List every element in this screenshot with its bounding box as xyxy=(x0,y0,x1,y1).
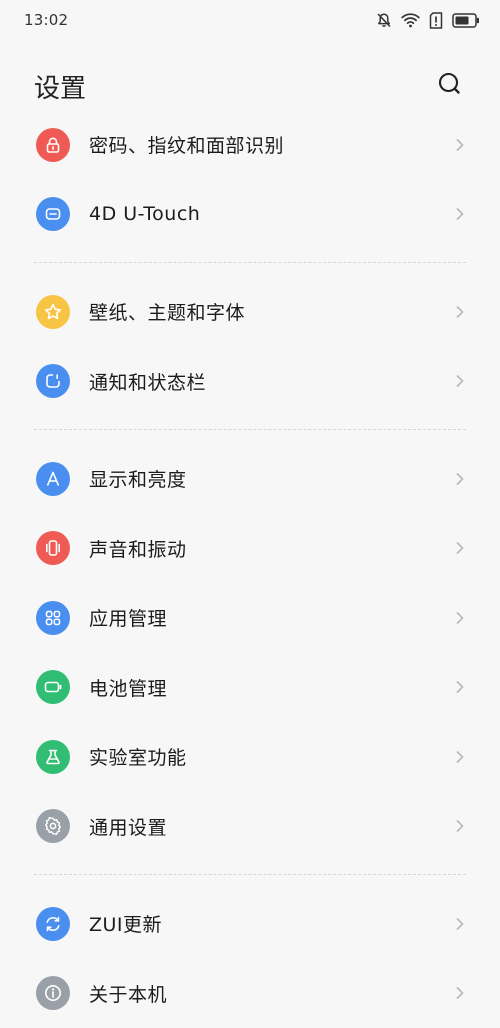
chevron-right-icon xyxy=(454,916,466,932)
settings-item-label: 通知和状态栏 xyxy=(89,368,206,395)
chevron-right-icon xyxy=(454,610,466,626)
settings-list: 密码、指纹和面部识别 4D U-Touch 壁纸、主题和字体 xyxy=(0,110,500,1028)
settings-item-password-fingerprint-face[interactable]: 密码、指纹和面部识别 xyxy=(0,110,500,180)
status-time: 13:02 xyxy=(24,11,68,29)
settings-item-general-settings[interactable]: 通用设置 xyxy=(0,792,500,862)
settings-item-about-phone[interactable]: 关于本机 xyxy=(0,959,500,1028)
settings-item-label: 应用管理 xyxy=(89,604,167,631)
sim-alert-icon xyxy=(429,12,443,29)
settings-item-wallpaper-theme-font[interactable]: 壁纸、主题和字体 xyxy=(0,277,500,347)
group-divider xyxy=(0,249,500,277)
settings-item-label: 显示和亮度 xyxy=(89,465,187,492)
status-icons xyxy=(376,10,480,30)
settings-item-zui-update[interactable]: ZUI更新 xyxy=(0,889,500,959)
chevron-right-icon xyxy=(454,471,466,487)
settings-item-label: 电池管理 xyxy=(89,674,167,701)
settings-item-label: ZUI更新 xyxy=(89,910,162,937)
settings-item-notifications-statusbar[interactable]: 通知和状态栏 xyxy=(0,347,500,417)
display-icon xyxy=(36,462,70,496)
chevron-right-icon xyxy=(454,137,466,153)
settings-item-label: 4D U-Touch xyxy=(89,203,200,225)
utouch-icon xyxy=(36,197,70,231)
settings-item-label: 关于本机 xyxy=(89,980,167,1007)
settings-item-label: 声音和振动 xyxy=(89,535,187,562)
chevron-right-icon xyxy=(454,749,466,765)
chevron-right-icon xyxy=(454,206,466,222)
vibration-icon xyxy=(36,531,70,565)
search-icon[interactable] xyxy=(436,70,464,98)
page-title: 设置 xyxy=(34,68,86,105)
settings-item-battery-management[interactable]: 电池管理 xyxy=(0,653,500,723)
gear-icon xyxy=(36,809,70,843)
battery-icon xyxy=(452,13,480,28)
settings-item-4d-utouch[interactable]: 4D U-Touch xyxy=(0,180,500,250)
chevron-right-icon xyxy=(454,679,466,695)
battery-manage-icon xyxy=(36,670,70,704)
chevron-right-icon xyxy=(454,818,466,834)
chevron-right-icon xyxy=(454,985,466,1001)
flask-icon xyxy=(36,740,70,774)
settings-item-label: 壁纸、主题和字体 xyxy=(89,298,245,325)
bell-muted-icon xyxy=(376,12,392,28)
settings-item-lab-features[interactable]: 实验室功能 xyxy=(0,722,500,792)
group-divider xyxy=(0,416,500,444)
chevron-right-icon xyxy=(454,304,466,320)
status-bar: 13:02 xyxy=(0,0,500,42)
settings-item-display-brightness[interactable]: 显示和亮度 xyxy=(0,444,500,514)
info-icon xyxy=(36,976,70,1010)
settings-item-label: 实验室功能 xyxy=(89,743,187,770)
settings-item-label: 通用设置 xyxy=(89,813,167,840)
header: 设置 xyxy=(0,58,500,114)
settings-item-label: 密码、指纹和面部识别 xyxy=(89,131,284,158)
settings-item-sound-vibration[interactable]: 声音和振动 xyxy=(0,514,500,584)
update-icon xyxy=(36,907,70,941)
settings-item-app-management[interactable]: 应用管理 xyxy=(0,583,500,653)
star-icon xyxy=(36,295,70,329)
notification-icon xyxy=(36,364,70,398)
apps-icon xyxy=(36,601,70,635)
lock-icon xyxy=(36,128,70,162)
chevron-right-icon xyxy=(454,540,466,556)
chevron-right-icon xyxy=(454,373,466,389)
wifi-icon xyxy=(401,12,420,28)
group-divider xyxy=(0,861,500,889)
